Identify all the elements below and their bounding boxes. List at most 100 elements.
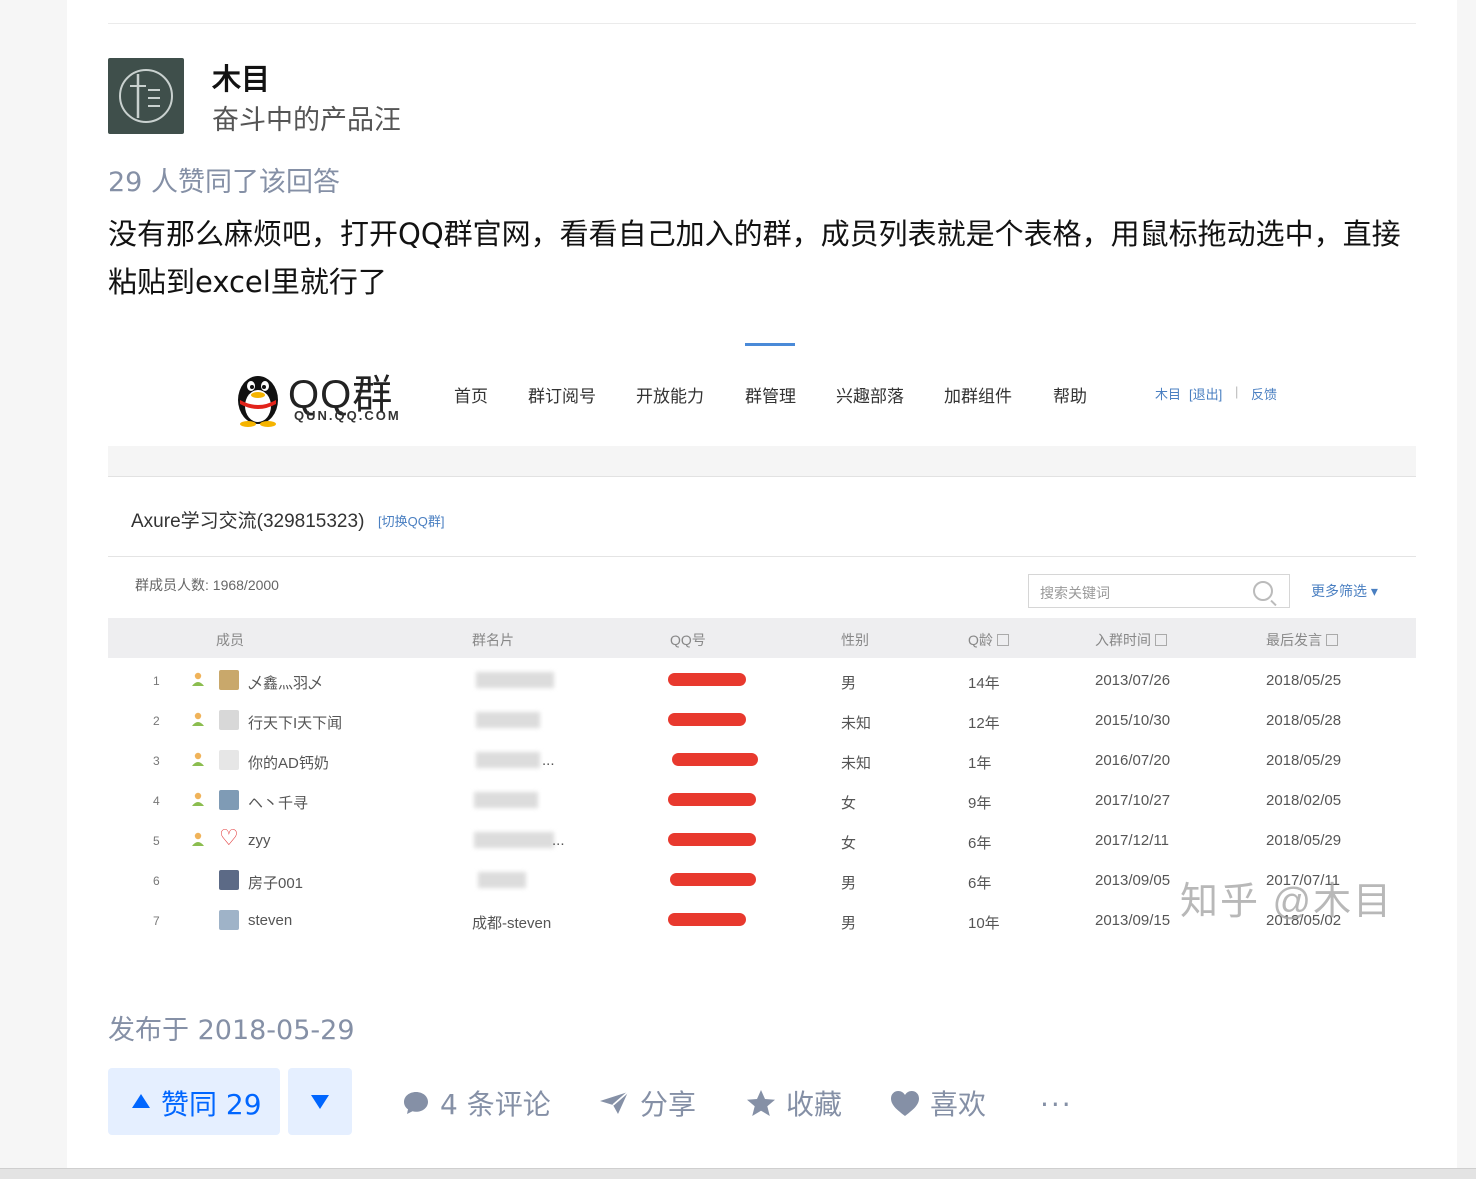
qq-user-name[interactable]: 木目 xyxy=(1155,384,1181,403)
switch-group-link[interactable]: [切换QQ群] xyxy=(378,511,444,530)
qq-nav-help[interactable]: 帮助 xyxy=(1053,382,1087,407)
watermark: 知乎 @木目 xyxy=(1180,881,1394,923)
comment-icon xyxy=(404,1092,428,1114)
member-name[interactable]: 行天下I天下闻 xyxy=(248,712,342,733)
member-join-date: 2017/10/27 xyxy=(1095,792,1171,809)
sort-icon[interactable] xyxy=(1326,634,1338,647)
member-name[interactable]: steven xyxy=(248,912,292,929)
redacted-qq xyxy=(668,713,746,726)
sort-icon[interactable] xyxy=(1155,634,1167,647)
table-row[interactable]: 4 ヘ丶千寻 女 9年 2017/10/27 2018/02/05 xyxy=(108,780,1416,820)
qq-nav-home[interactable]: 首页 xyxy=(454,382,488,407)
member-avatar xyxy=(219,790,239,810)
redacted-qq xyxy=(668,793,756,806)
qq-search-input[interactable]: 搜索关键词 xyxy=(1028,574,1290,608)
member-last-speak: 2018/05/29 xyxy=(1266,752,1342,769)
qq-nav-open[interactable]: 开放能力 xyxy=(636,382,704,407)
blurred-card xyxy=(476,712,540,728)
table-row[interactable]: 3 你的AD钙奶 ... 未知 1年 2016/07/20 2018/05/29 xyxy=(108,740,1416,780)
th-qq-age[interactable]: Q龄 xyxy=(968,630,1009,650)
member-join-date: 2013/07/26 xyxy=(1095,672,1171,689)
member-join-date: 2013/09/05 xyxy=(1095,872,1171,889)
table-row[interactable]: 1 乄鑫灬羽乄 男 14年 2013/07/26 2018/05/25 xyxy=(108,660,1416,700)
member-card: ... xyxy=(552,832,565,849)
th-join[interactable]: 入群时间 xyxy=(1095,630,1167,650)
member-name[interactable]: zyy xyxy=(248,832,271,849)
member-gender: 男 xyxy=(841,875,857,892)
row-index: 4 xyxy=(153,794,160,808)
member-last-speak: 2018/02/05 xyxy=(1266,792,1342,809)
member-name[interactable]: 乄鑫灬羽乄 xyxy=(248,672,323,693)
publish-date[interactable]: 发布于 2018-05-29 xyxy=(108,1008,355,1047)
member-qq-age: 9年 xyxy=(968,795,992,812)
vote-up-button[interactable]: 赞同 29 xyxy=(108,1068,280,1135)
vote-count-text[interactable]: 29 人赞同了该回答 xyxy=(108,160,340,199)
qq-search-placeholder: 搜索关键词 xyxy=(1040,585,1110,601)
author-bio: 奋斗中的产品汪 xyxy=(212,105,401,136)
th-gender: 性别 xyxy=(841,632,869,648)
redacted-qq xyxy=(668,913,746,926)
search-icon[interactable] xyxy=(1253,581,1273,601)
more-options-icon[interactable]: ··· xyxy=(1040,1088,1073,1121)
heart-icon: ♡ xyxy=(219,825,239,850)
redacted-qq xyxy=(668,673,746,686)
author-name[interactable]: 木目 xyxy=(212,56,270,98)
nav-active-indicator xyxy=(745,343,795,346)
member-gender: 女 xyxy=(841,795,857,812)
like-button[interactable]: 喜欢 xyxy=(890,1083,986,1123)
member-gender: 未知 xyxy=(841,715,872,732)
member-name[interactable]: ヘ丶千寻 xyxy=(248,792,308,813)
th-qq: QQ号 xyxy=(670,632,706,648)
vote-up-label: 赞同 29 xyxy=(161,1088,262,1121)
member-avatar xyxy=(219,910,239,930)
member-qq-age: 1年 xyxy=(968,755,992,772)
member-count: 群成员人数: 1968/2000 xyxy=(135,577,279,593)
share-button[interactable]: 分享 xyxy=(598,1083,696,1123)
qq-nav-subscription[interactable]: 群订阅号 xyxy=(528,382,596,407)
member-qq-age: 6年 xyxy=(968,875,992,892)
blurred-card xyxy=(476,752,540,768)
star-icon xyxy=(747,1090,775,1116)
member-gender: 女 xyxy=(841,835,857,852)
comment-button[interactable]: 4 条评论 xyxy=(402,1083,551,1123)
row-index: 5 xyxy=(153,834,160,848)
member-role-icon xyxy=(192,752,204,766)
favorite-button[interactable]: 收藏 xyxy=(746,1083,842,1123)
member-join-date: 2013/09/15 xyxy=(1095,912,1171,929)
member-join-date: 2015/10/30 xyxy=(1095,712,1171,729)
qq-user-separator: | xyxy=(1235,384,1239,399)
vote-down-button[interactable] xyxy=(288,1068,352,1135)
more-filter-dropdown[interactable]: 更多筛选 ▾ xyxy=(1311,581,1378,601)
member-name[interactable]: 房子001 xyxy=(248,872,303,893)
table-row[interactable]: 2 行天下I天下闻 未知 12年 2015/10/30 2018/05/28 xyxy=(108,700,1416,740)
triangle-down-icon xyxy=(311,1095,329,1109)
member-qq-age: 14年 xyxy=(968,675,1000,692)
paper-plane-icon xyxy=(600,1091,629,1114)
member-last-speak: 2018/05/29 xyxy=(1266,832,1342,849)
avatar[interactable] xyxy=(108,58,184,134)
table-row[interactable]: 5 ♡ zyy ... 女 6年 2017/12/11 2018/05/29 xyxy=(108,820,1416,860)
member-join-date: 2016/07/20 xyxy=(1095,752,1171,769)
th-last[interactable]: 最后发言 xyxy=(1266,630,1338,650)
qq-nav-tribe[interactable]: 兴趣部落 xyxy=(836,382,904,407)
like-label: 喜欢 xyxy=(930,1088,987,1121)
member-avatar xyxy=(219,710,239,730)
divider xyxy=(108,556,1416,557)
th-last-label: 最后发言 xyxy=(1266,632,1322,648)
sort-icon[interactable] xyxy=(996,634,1009,647)
qq-logout-link[interactable]: [退出] xyxy=(1189,384,1222,403)
member-role-icon xyxy=(192,792,204,806)
qq-nav-widget[interactable]: 加群组件 xyxy=(944,382,1012,407)
group-title: Axure学习交流(329815323) xyxy=(131,511,365,532)
member-role-icon xyxy=(192,672,204,686)
qq-feedback-link[interactable]: 反馈 xyxy=(1251,384,1277,403)
share-label: 分享 xyxy=(640,1088,697,1121)
blurred-card xyxy=(474,792,538,808)
qq-domain: QUN.QQ.COM xyxy=(294,408,401,423)
member-role-icon xyxy=(192,832,204,846)
qq-nav-manage[interactable]: 群管理 xyxy=(745,382,796,407)
favorite-label: 收藏 xyxy=(786,1088,843,1121)
member-card: 成都-steven xyxy=(472,915,552,932)
comment-label: 4 条评论 xyxy=(440,1088,551,1121)
member-name[interactable]: 你的AD钙奶 xyxy=(248,752,329,773)
